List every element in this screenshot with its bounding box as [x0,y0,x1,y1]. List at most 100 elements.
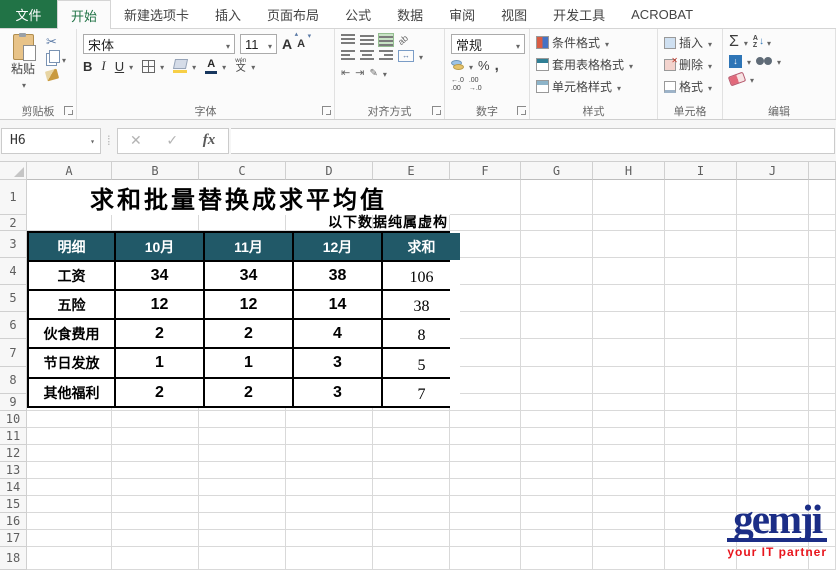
grid-cell[interactable] [593,339,665,367]
grid-cell[interactable] [112,411,199,428]
table-cell[interactable]: 34 [205,262,292,289]
row-header-13[interactable]: 13 [0,462,27,479]
increase-indent-icon[interactable]: ⇥ [355,67,364,79]
table-cell[interactable]: 2 [205,320,292,347]
grid-cell[interactable] [199,513,286,530]
spreadsheet-grid[interactable]: 求和批量替换成求平均值 以下数据纯属虚构 明细 10月 11月 12月 求和 工资 34 34… [0,162,836,571]
table-cell[interactable]: 其他福利 [29,379,114,406]
table-cell[interactable]: 12 [116,291,203,318]
tab-ACROBAT[interactable]: ACROBAT [618,0,706,28]
row-header-9[interactable]: 9 [0,394,27,411]
grid-cell[interactable] [665,530,737,547]
grid-cell[interactable] [665,462,737,479]
grid-cell[interactable] [593,462,665,479]
row-header-8[interactable]: 8 [0,367,27,394]
phonetic-button[interactable]: wén 文 [235,58,255,74]
comma-format-button[interactable]: , [495,58,499,72]
grid-cell[interactable] [809,462,836,479]
grid-cell[interactable] [286,513,373,530]
grid-cell[interactable] [809,312,836,339]
table-cell[interactable]: 五险 [29,291,114,318]
grid-cell[interactable] [665,339,737,367]
grid-cell[interactable] [286,428,373,445]
grid-cell[interactable] [286,462,373,479]
grid-cell[interactable] [27,479,112,496]
align-top-icon[interactable] [341,34,355,46]
column-header-J[interactable]: J [737,162,809,180]
table-cell[interactable]: 3 [294,379,381,406]
grid-cell[interactable] [737,367,809,394]
table-cell[interactable]: 工资 [29,262,114,289]
paste-button[interactable]: 粘贴 [6,33,40,91]
grid-cell[interactable] [450,285,521,312]
grid-cell[interactable] [521,530,593,547]
column-header-H[interactable]: H [593,162,665,180]
row-header-10[interactable]: 10 [0,411,27,428]
grid-cell[interactable] [521,339,593,367]
column-header-G[interactable]: G [521,162,593,180]
copy-button[interactable] [46,49,66,66]
insert-cells-button[interactable]: 插入 [664,34,712,51]
grid-cell[interactable] [521,285,593,312]
grid-cell[interactable] [112,445,199,462]
grid-cell[interactable] [593,530,665,547]
decrease-indent-icon[interactable]: ⇤ [341,67,350,79]
autosum-button[interactable]: Σ [729,34,748,50]
row-header-5[interactable]: 5 [0,285,27,312]
grid-cell[interactable] [593,312,665,339]
grid-cell[interactable] [521,479,593,496]
tab-开发工具[interactable]: 开发工具 [540,0,618,28]
align-middle-icon[interactable] [360,34,374,46]
grid-cell[interactable] [737,215,809,231]
grid-cell[interactable] [737,285,809,312]
grid-cell[interactable] [521,258,593,285]
grid-cell[interactable] [809,428,836,445]
grid-cell[interactable] [737,180,809,215]
grid-cell[interactable] [27,513,112,530]
table-cell[interactable]: 38 [294,262,381,289]
grid-cell[interactable] [737,394,809,411]
grid-cell[interactable] [665,445,737,462]
grid-cell[interactable] [593,258,665,285]
increase-decimal-button[interactable]: ←.0 .00 [451,77,464,93]
grid-cell[interactable] [373,462,450,479]
grid-cell[interactable] [737,411,809,428]
column-header-partial[interactable] [809,162,836,180]
column-header-F[interactable]: F [450,162,521,180]
grid-cell[interactable] [450,428,521,445]
grid-cell[interactable] [809,367,836,394]
grid-cell[interactable] [373,547,450,570]
table-header-cell[interactable]: 明细 [29,233,114,260]
column-header-I[interactable]: I [665,162,737,180]
table-cell[interactable]: 3 [294,349,381,377]
grid-cell[interactable] [450,462,521,479]
table-cell[interactable]: 2 [205,379,292,406]
select-all-corner[interactable] [0,162,27,180]
grid-cell[interactable] [199,479,286,496]
row-header-16[interactable]: 16 [0,513,27,530]
orientation-icon[interactable]: ab [396,33,410,47]
table-header-cell[interactable]: 求和 [383,233,460,260]
grid-cell[interactable] [809,394,836,411]
grid-cell[interactable] [27,462,112,479]
table-header-cell[interactable]: 10月 [116,233,203,260]
grid-cell[interactable] [199,496,286,513]
grid-cell[interactable] [27,445,112,462]
table-cell[interactable]: 106 [383,262,460,289]
column-header-A[interactable]: A [27,162,112,180]
grid-cell[interactable] [737,312,809,339]
tab-视图[interactable]: 视图 [488,0,540,28]
grid-cell[interactable] [286,530,373,547]
grid-cell[interactable] [593,231,665,258]
tab-file[interactable]: 文件 [0,0,57,28]
grid-cell[interactable] [665,367,737,394]
italic-button[interactable]: I [101,58,105,74]
grid-cell[interactable] [112,547,199,570]
grid-cell[interactable] [450,258,521,285]
grid-cell[interactable] [737,479,809,496]
grid-cell[interactable] [737,428,809,445]
grid-cell[interactable] [521,394,593,411]
merge-center-button[interactable]: ↔ [398,49,423,63]
table-cell[interactable]: 7 [383,379,460,406]
grid-cell[interactable] [450,496,521,513]
